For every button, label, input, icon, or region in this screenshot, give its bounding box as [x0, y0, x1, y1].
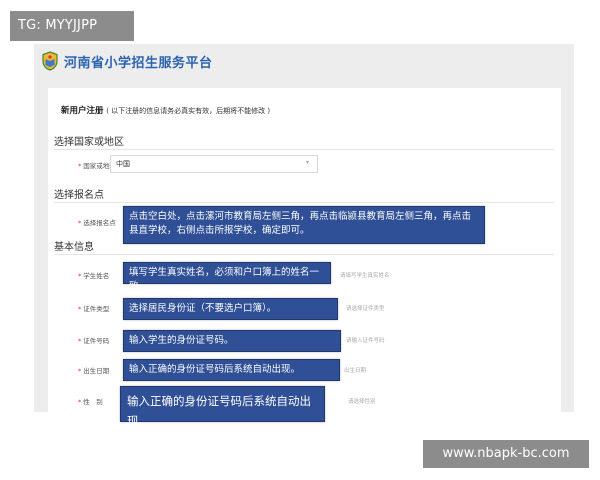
country-select-value: 中国 — [116, 160, 130, 168]
tip-gender: 输入正确的身份证号码后系统自动出现。 — [120, 386, 325, 428]
section-school: 选择报名点 — [54, 190, 104, 201]
page: 河南省小学招生服务平台 新用户注册 ( 以下注册的信息请务必真实有效，后期将不能… — [0, 0, 600, 480]
tip-id-number: 输入学生的身份证号码。 — [123, 330, 341, 352]
name-input[interactable]: 请填写学生真实姓名 — [340, 271, 390, 279]
chevron-down-icon: ▾ — [306, 159, 310, 166]
section-basic: 基本信息 — [54, 242, 94, 253]
tip-name: 填写学生真实姓名，必须和户口簿上的姓名一致。 — [123, 262, 331, 292]
school-label: * 选择报名点 — [78, 219, 116, 227]
section-country: 选择国家或地区 — [54, 137, 124, 148]
tip-school: 点击空白处，点击漯河市教育局左侧三角，再点击临颍县教育局左侧三角，再点击县直学校… — [123, 206, 485, 244]
id-type-select[interactable]: 请选择证件类型 — [346, 304, 385, 312]
form-note: ( 以下注册的信息请务必真实有效，后期将不能修改 ) — [106, 107, 271, 115]
site-title: 河南省小学招生服务平台 — [64, 56, 213, 71]
form-title-text: 新用户注册 — [61, 106, 104, 116]
section-divider — [54, 149, 554, 150]
shield-book-logo-icon — [42, 51, 58, 71]
section-divider — [54, 254, 554, 255]
gender-label: * 性 别 — [78, 398, 103, 406]
id-number-label: * 证件号码 — [78, 337, 110, 345]
watermark-tag: TG: MYYJJPP — [10, 11, 134, 41]
tip-id-type: 选择居民身份证（不要选户口簿）。 — [123, 298, 338, 320]
form-title: 新用户注册 ( 以下注册的信息请务必真实有效，后期将不能修改 ) — [61, 104, 270, 116]
watermark-url: www.nbapk-bc.com — [423, 440, 589, 468]
birth-date-field[interactable]: 出生日期 — [344, 366, 366, 374]
tip-birth-date: 输入正确的身份证号码后系统自动出现。 — [123, 359, 340, 381]
birth-label: * 出生日期 — [78, 367, 110, 375]
country-select[interactable]: 中国 ▾ — [110, 155, 318, 173]
name-label: * 学生姓名 — [78, 272, 110, 280]
id-number-input[interactable]: 请输入证件号码 — [346, 336, 385, 344]
section-divider — [54, 202, 554, 203]
gender-select[interactable]: 请选择性别 — [348, 397, 376, 405]
id-type-label: * 证件类型 — [78, 305, 110, 313]
